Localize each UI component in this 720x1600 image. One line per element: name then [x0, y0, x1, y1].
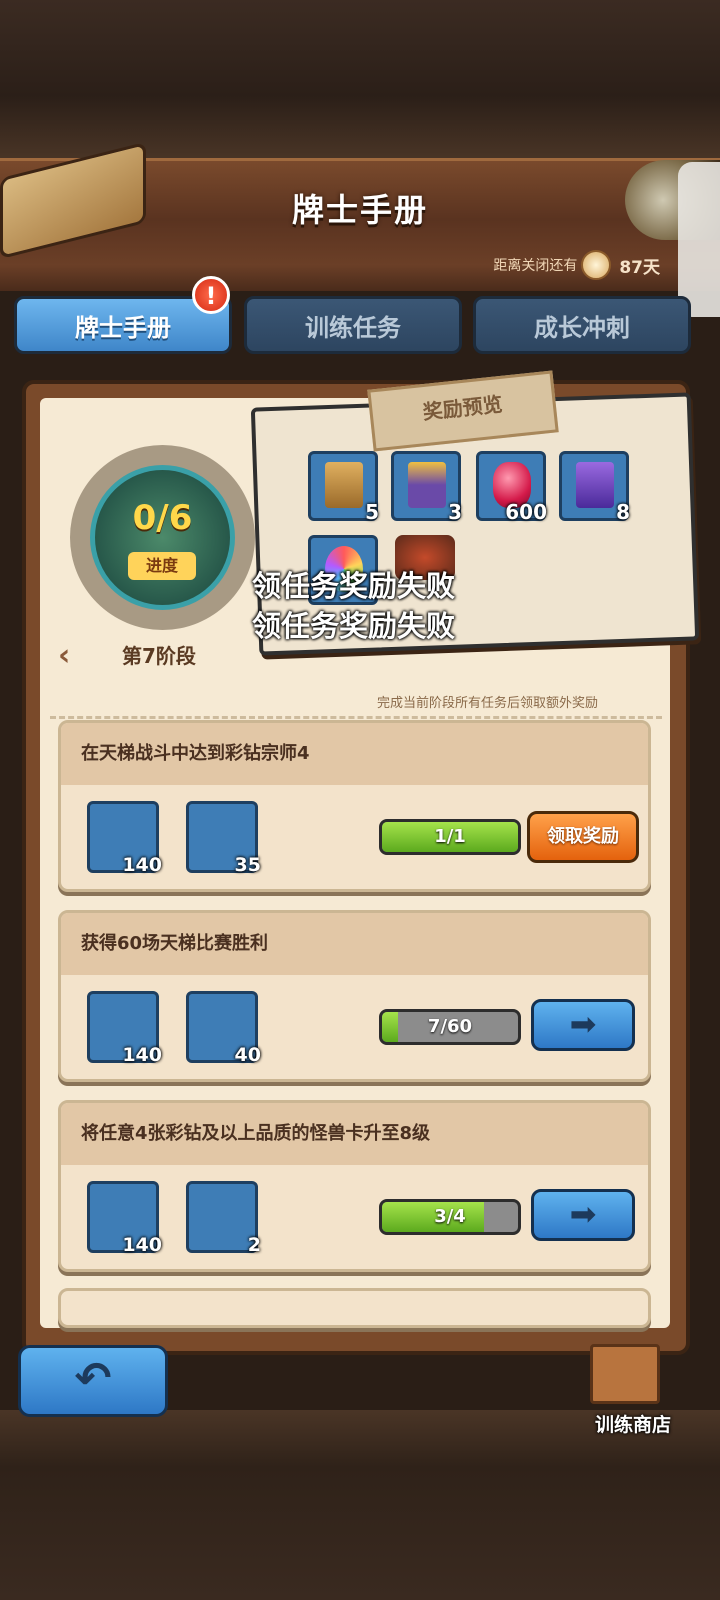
- task-progress-text: 7/60: [427, 1016, 473, 1037]
- training-shop-button[interactable]: 训练商店: [586, 1330, 672, 1436]
- bottom-background: [0, 1410, 720, 1600]
- task-reward-medal[interactable]: 35: [186, 801, 261, 876]
- task-card-partial: [58, 1288, 651, 1328]
- task-progress-bar: 1/1: [379, 819, 521, 855]
- task-title: 将任意4张彩钻及以上品质的怪兽卡升至8级: [61, 1103, 648, 1165]
- purple-card-pack-icon: [408, 462, 446, 508]
- tab-training-tasks[interactable]: 训练任务: [244, 296, 462, 354]
- task-reward-medal[interactable]: 40: [186, 991, 261, 1066]
- claim-reward-button[interactable]: 领取奖励: [527, 811, 639, 863]
- reward-count: 2: [247, 1234, 261, 1256]
- reward-count: 3: [448, 500, 462, 524]
- task-progress-bar: 7/60: [379, 1009, 521, 1045]
- toast-message: 领任务奖励失败: [252, 569, 456, 603]
- purple-chest-icon: [576, 462, 614, 508]
- divider: [50, 716, 662, 719]
- hourglass-icon: [581, 250, 612, 280]
- alert-badge-icon: !: [192, 276, 230, 314]
- task-reward-token[interactable]: 140: [87, 1181, 162, 1256]
- reward-count: 140: [122, 1044, 162, 1066]
- reward-item-ruby[interactable]: 600: [476, 451, 547, 524]
- task-title: 在天梯战斗中达到彩钻宗师4: [61, 723, 648, 785]
- reward-count: 35: [234, 854, 261, 876]
- toast-message: 领任务奖励失败: [252, 609, 456, 643]
- tab-growth-sprint[interactable]: 成长冲刺: [473, 296, 691, 354]
- task-card: 在天梯战斗中达到彩钻宗师4 140 35 1/1 领取奖励: [58, 720, 651, 892]
- stage-hint: 完成当前阶段所有任务后领取额外奖励: [376, 696, 598, 711]
- prev-stage-arrow-icon[interactable]: ‹: [58, 638, 70, 673]
- go-to-task-button[interactable]: ➡: [531, 1189, 635, 1241]
- countdown-days: 87天: [619, 257, 660, 278]
- reward-count: 140: [122, 854, 162, 876]
- task-card: 将任意4张彩钻及以上品质的怪兽卡升至8级 140 2 3/4 ➡: [58, 1100, 651, 1272]
- progress-value: 0/6: [132, 498, 193, 538]
- reward-item-purple-pack[interactable]: 3: [391, 451, 462, 524]
- task-reward-token[interactable]: 140: [87, 801, 162, 876]
- task-progress-text: 1/1: [434, 826, 466, 847]
- go-to-task-button[interactable]: ➡: [531, 999, 635, 1051]
- task-card: 获得60场天梯比赛胜利 140 40 7/60 ➡: [58, 910, 651, 1082]
- reward-item-purple-chest[interactable]: 8: [559, 451, 630, 524]
- task-reward-token[interactable]: 140: [87, 991, 162, 1066]
- task-progress-text: 3/4: [434, 1206, 466, 1227]
- reward-count: 140: [122, 1234, 162, 1256]
- shop-sign-icon: [590, 1344, 660, 1404]
- back-button[interactable]: ↶: [18, 1345, 168, 1417]
- reward-count: 5: [365, 500, 379, 524]
- countdown: 距离关闭还有 87天: [493, 250, 660, 280]
- page-title: 牌士手册: [291, 191, 428, 229]
- countdown-label: 距离关闭还有: [493, 258, 578, 274]
- reward-item-gold-pack[interactable]: 5: [308, 451, 379, 524]
- reward-count: 600: [505, 500, 547, 524]
- task-title: 获得60场天梯比赛胜利: [61, 913, 648, 975]
- shop-label: 训练商店: [594, 1414, 671, 1436]
- gold-card-pack-icon: [325, 462, 363, 508]
- task-reward-medal[interactable]: 2: [186, 1181, 261, 1256]
- reward-count: 40: [234, 1044, 261, 1066]
- reward-count: 8: [616, 500, 630, 524]
- top-background: [0, 0, 720, 160]
- progress-label: 进度: [128, 552, 196, 580]
- task-progress-bar: 3/4: [379, 1199, 521, 1235]
- stage-label: 第7阶段: [122, 644, 196, 668]
